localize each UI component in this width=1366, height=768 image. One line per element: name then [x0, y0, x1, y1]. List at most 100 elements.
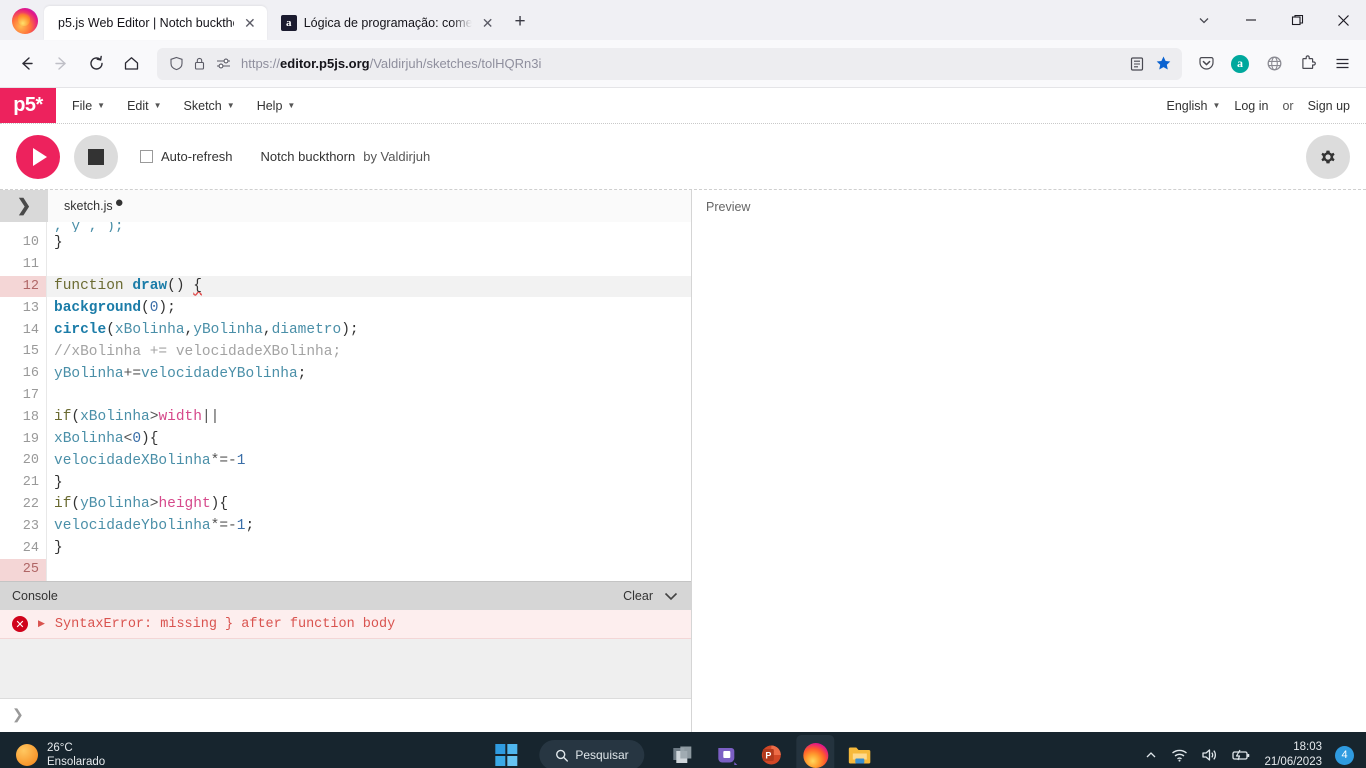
browser-navbar: https://editor.p5js.org/Valdirjuh/sketch…: [0, 40, 1366, 88]
task-view-button[interactable]: [665, 735, 703, 768]
language-selector[interactable]: English ▼: [1166, 99, 1220, 113]
table-row[interactable]: 22 if (yBolinha > height){: [0, 493, 691, 516]
volume-icon[interactable]: [1201, 748, 1218, 762]
menu-sketch[interactable]: Sketch ▼: [184, 99, 235, 113]
tab-list-chevron-down-icon[interactable]: [1180, 0, 1228, 40]
table-row[interactable]: 14 circle(xBolinha, yBolinha, diametro);: [0, 319, 691, 341]
code-line: velocidadeYbolinha *= -1;: [46, 515, 691, 538]
shield-icon[interactable]: [169, 56, 184, 71]
table-row[interactable]: 10 }: [0, 232, 691, 254]
file-bar: ❯ sketch.js ●: [0, 190, 691, 222]
play-button[interactable]: [16, 134, 60, 179]
browser-tab-p5js[interactable]: p5.js Web Editor | Notch buckthorn ✕: [44, 6, 267, 40]
line-number: 17: [22, 387, 39, 403]
extensions-icon[interactable]: [1293, 49, 1323, 79]
file-explorer-button[interactable]: [841, 735, 879, 768]
chevron-down-icon: ▼: [97, 101, 106, 110]
tray-expand-chevron-up-icon[interactable]: [1144, 748, 1158, 762]
table-row[interactable]: 17: [0, 384, 691, 407]
table-row[interactable]: 11: [0, 253, 691, 276]
teams-app-button[interactable]: [709, 735, 747, 768]
line-number: 21: [22, 475, 39, 491]
new-tab-button[interactable]: +: [504, 10, 535, 33]
globe-icon[interactable]: [1259, 49, 1289, 79]
home-button[interactable]: [114, 48, 148, 80]
console-clear-button[interactable]: Clear: [623, 589, 653, 603]
search-label: Pesquisar: [575, 748, 629, 762]
chevron-down-icon[interactable]: [663, 590, 679, 602]
console-error-message: SyntaxError: missing } after function bo…: [54, 616, 396, 632]
file-tab-sketchjs[interactable]: sketch.js ●: [48, 190, 140, 222]
weather-description: Ensolarado: [47, 756, 106, 768]
account-icon[interactable]: a: [1225, 49, 1255, 79]
maximize-button[interactable]: [1274, 0, 1320, 40]
console-input[interactable]: ❯: [0, 698, 691, 732]
gutter-partial: [0, 222, 46, 232]
wifi-icon[interactable]: [1171, 748, 1188, 762]
login-link[interactable]: Log in: [1234, 99, 1268, 113]
table-row[interactable]: 12 function draw() {: [0, 275, 691, 298]
close-icon[interactable]: ✕: [241, 14, 259, 32]
settings-button[interactable]: [1306, 134, 1350, 179]
code-row-partial: , y , );: [0, 222, 691, 232]
code-line: yBolinha += velocidadeYBolinha;: [46, 362, 691, 385]
menu-edit-label: Edit: [127, 98, 149, 113]
sketch-name[interactable]: Notch buckthorn: [261, 149, 356, 164]
menu-edit[interactable]: Edit ▼: [127, 99, 161, 113]
signup-link[interactable]: Sign up: [1308, 99, 1350, 113]
expand-arrow-icon[interactable]: ▶: [38, 619, 45, 629]
table-row[interactable]: 21 }: [0, 471, 691, 494]
taskbar-clock[interactable]: 18:03 21/06/2023: [1264, 740, 1322, 768]
table-row[interactable]: 13 background(0);: [0, 297, 691, 320]
reload-button[interactable]: [79, 48, 113, 80]
editor-pane: ❯ sketch.js ● , y , ); 10 } 11 12 functi…: [0, 190, 692, 732]
notification-badge[interactable]: 4: [1335, 745, 1354, 765]
table-row[interactable]: 20 velocidadeXBolinha *= -1: [0, 449, 691, 472]
hamburger-menu-icon[interactable]: [1327, 49, 1357, 79]
sketch-meta: Notch buckthorn by Valdirjuh: [261, 149, 431, 164]
powerpoint-app-button[interactable]: P: [753, 735, 791, 768]
bookmark-star-icon[interactable]: [1155, 55, 1172, 72]
code-line: function draw() {: [46, 275, 691, 298]
table-row[interactable]: 23 velocidadeYbolinha *= -1;: [0, 515, 691, 538]
code-line: circle(xBolinha, yBolinha, diametro);: [46, 319, 691, 341]
table-row[interactable]: 24 }: [0, 537, 691, 559]
table-row[interactable]: 25: [0, 558, 691, 581]
code-line: }: [46, 537, 691, 559]
sidebar-toggle-button[interactable]: ❯: [0, 190, 48, 222]
close-icon[interactable]: ✕: [479, 14, 497, 32]
auto-refresh-checkbox[interactable]: [140, 150, 153, 163]
windows-logo-icon: [495, 743, 518, 767]
weather-widget[interactable]: 26°C Ensolarado: [0, 741, 105, 768]
taskbar-search[interactable]: Pesquisar: [539, 740, 645, 768]
browser-tab-alura[interactable]: a Lógica de programação: comec ✕: [267, 6, 505, 40]
permissions-icon[interactable]: [215, 56, 232, 71]
code-editor[interactable]: , y , ); 10 } 11 12 function draw() { 13…: [0, 222, 691, 581]
forward-button[interactable]: [44, 48, 78, 80]
start-button[interactable]: [487, 735, 525, 768]
stop-button[interactable]: [74, 134, 118, 179]
lock-icon[interactable]: [192, 56, 207, 71]
console-error-row[interactable]: ✕ ▶ SyntaxError: missing } after functio…: [0, 610, 691, 639]
svg-text:P: P: [766, 751, 772, 761]
stop-icon: [88, 148, 104, 165]
close-window-button[interactable]: [1320, 0, 1366, 40]
battery-icon[interactable]: [1231, 748, 1251, 762]
menu-sketch-label: Sketch: [183, 98, 222, 113]
back-button[interactable]: [9, 48, 43, 80]
table-row[interactable]: 18 if (xBolinha > width ||: [0, 406, 691, 429]
table-row[interactable]: 19 xBolinha < 0){: [0, 428, 691, 450]
pocket-icon[interactable]: [1191, 49, 1221, 79]
url-bar[interactable]: https://editor.p5js.org/Valdirjuh/sketch…: [157, 47, 1182, 80]
table-row[interactable]: 16 yBolinha += velocidadeYBolinha;: [0, 362, 691, 385]
table-row[interactable]: 15 //xBolinha += velocidadeXBolinha;: [0, 340, 691, 363]
menu-file[interactable]: File ▼: [72, 99, 105, 113]
minimize-button[interactable]: [1228, 0, 1274, 40]
reader-mode-icon[interactable]: [1129, 56, 1145, 72]
auto-refresh-toggle[interactable]: Auto-refresh: [140, 149, 233, 164]
window-controls: [1180, 0, 1366, 40]
firefox-app-button[interactable]: [796, 735, 835, 768]
menu-help[interactable]: Help ▼: [257, 99, 296, 113]
p5-logo[interactable]: p5*: [0, 88, 56, 123]
or-text: or: [1282, 98, 1294, 113]
